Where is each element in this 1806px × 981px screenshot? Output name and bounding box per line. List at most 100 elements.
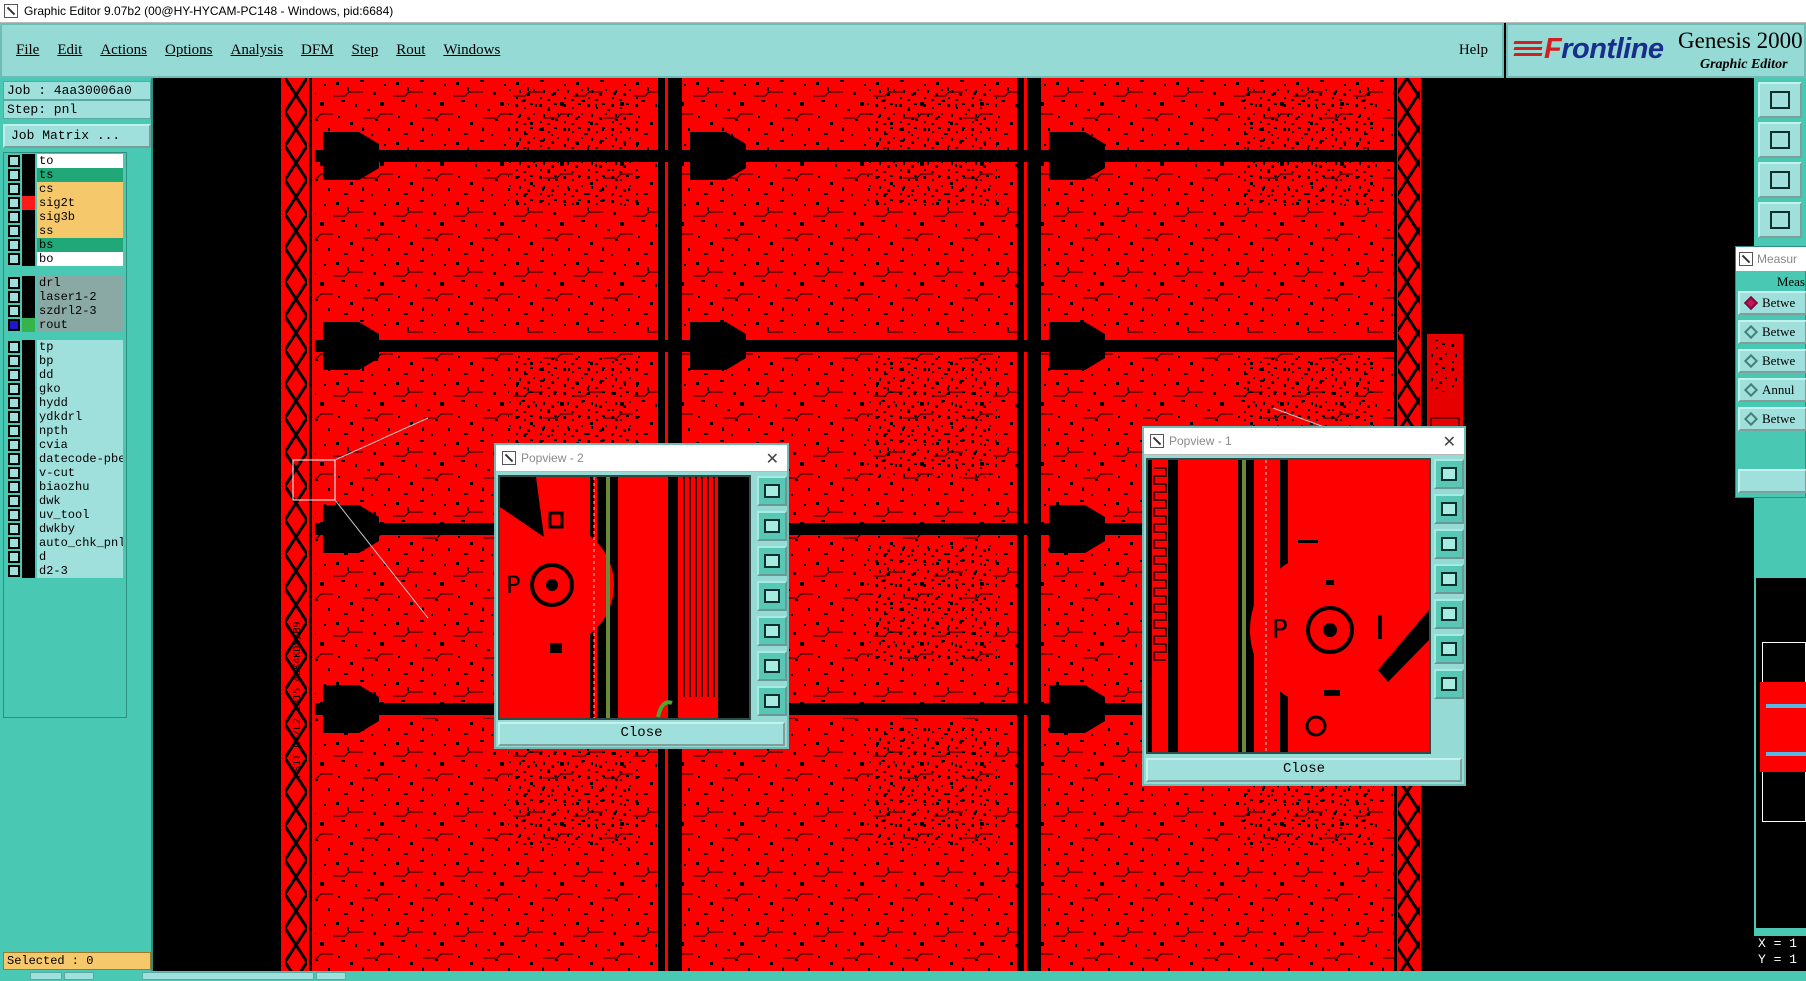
layer-name[interactable]: bs <box>37 238 123 252</box>
layer-color-swatch[interactable] <box>22 410 35 424</box>
layer-name[interactable]: hydd <box>37 396 123 410</box>
close-icon[interactable]: ✕ <box>766 449 779 469</box>
popview-2-close-button[interactable]: Close <box>498 722 785 746</box>
layer-name[interactable]: d <box>37 550 123 564</box>
layer-checkbox[interactable] <box>8 355 20 367</box>
layer-color-swatch[interactable] <box>22 318 35 332</box>
measure-action-button[interactable] <box>1738 469 1806 493</box>
layer-name[interactable]: dwkby <box>37 522 123 536</box>
layer-name[interactable]: tp <box>37 340 123 354</box>
menu-analysis[interactable]: Analysis <box>231 42 284 59</box>
layer-checkbox[interactable] <box>8 467 20 479</box>
layer-row-d2-3[interactable]: d2-3 <box>6 563 126 579</box>
layer-checkbox[interactable] <box>8 411 20 423</box>
menu-file[interactable]: File <box>16 42 39 59</box>
layer-checkbox[interactable] <box>8 383 20 395</box>
layer-name[interactable]: sig3b <box>37 210 123 224</box>
layer-row-bo[interactable]: bo <box>6 251 126 267</box>
layer-color-swatch[interactable] <box>22 522 35 536</box>
job-matrix-button[interactable]: Job Matrix ... <box>3 124 151 148</box>
layer-color-swatch[interactable] <box>22 340 35 354</box>
layer-checkbox[interactable] <box>8 537 20 549</box>
layer-name[interactable]: dd <box>37 368 123 382</box>
layer-color-swatch[interactable] <box>22 304 35 318</box>
zoom-in-icon[interactable] <box>757 651 787 681</box>
layer-name[interactable]: biaozhu <box>37 480 123 494</box>
layer-color-swatch[interactable] <box>22 550 35 564</box>
layer-name[interactable]: to <box>37 154 123 168</box>
menu-rout[interactable]: Rout <box>396 42 425 59</box>
layer-checkbox[interactable] <box>8 439 20 451</box>
layer-checkbox[interactable] <box>8 369 20 381</box>
layer-color-swatch[interactable] <box>22 290 35 304</box>
popview-1-viewport[interactable]: P <box>1146 458 1431 754</box>
layer-color-swatch[interactable] <box>22 354 35 368</box>
zoom-icon[interactable] <box>1434 459 1464 489</box>
layer-checkbox[interactable] <box>8 305 20 317</box>
menu-actions[interactable]: Actions <box>100 42 147 59</box>
layer-name[interactable]: gko <box>37 382 123 396</box>
pan-left-icon[interactable] <box>757 581 787 611</box>
zoom-out-icon[interactable] <box>757 686 787 716</box>
measure-option-between-1[interactable]: Betwe <box>1738 291 1806 315</box>
layer-checkbox[interactable] <box>8 319 20 331</box>
layer-checkbox[interactable] <box>8 495 20 507</box>
layer-name[interactable]: ydkdrl <box>37 410 123 424</box>
layer-checkbox[interactable] <box>8 253 20 265</box>
menu-edit[interactable]: Edit <box>57 42 82 59</box>
zoom-out-icon[interactable] <box>1434 669 1464 699</box>
layer-name[interactable]: d2-3 <box>37 564 123 578</box>
measure-titlebar[interactable]: Measur <box>1736 247 1806 271</box>
layer-color-swatch[interactable] <box>22 168 35 182</box>
layer-color-swatch[interactable] <box>22 508 35 522</box>
layer-color-swatch[interactable] <box>22 154 35 168</box>
layer-color-swatch[interactable] <box>22 238 35 252</box>
layer-checkbox[interactable] <box>8 397 20 409</box>
import-icon[interactable] <box>1758 82 1802 118</box>
layer-checkbox[interactable] <box>8 277 20 289</box>
pan-up-icon[interactable] <box>757 511 787 541</box>
layer-name[interactable]: laser1-2 <box>37 290 123 304</box>
layer-color-swatch[interactable] <box>22 182 35 196</box>
layer-color-swatch[interactable] <box>22 396 35 410</box>
layer-name[interactable]: rout <box>37 318 123 332</box>
layer-checkbox[interactable] <box>8 551 20 563</box>
menu-dfm[interactable]: DFM <box>301 42 334 59</box>
popview-2-titlebar[interactable]: Popview - 2 ✕ <box>496 445 787 472</box>
layer-name[interactable]: dwk <box>37 494 123 508</box>
popview-1-titlebar[interactable]: Popview - 1 ✕ <box>1144 428 1464 455</box>
layer-color-swatch[interactable] <box>22 252 35 266</box>
close-icon[interactable]: ✕ <box>1443 432 1456 452</box>
layer-checkbox[interactable] <box>8 155 20 167</box>
layer-name[interactable]: sig2t <box>37 196 123 210</box>
layer-name[interactable]: bo <box>37 252 123 266</box>
layer-checkbox[interactable] <box>8 509 20 521</box>
layer-name[interactable]: datecode-pbe <box>37 452 123 466</box>
layer-name[interactable]: cs <box>37 182 123 196</box>
pan-right-icon[interactable] <box>757 616 787 646</box>
layer-checkbox[interactable] <box>8 565 20 577</box>
menu-step[interactable]: Step <box>352 42 379 59</box>
measure-option-between-4[interactable]: Betwe <box>1738 407 1806 431</box>
snap-icon[interactable] <box>1758 202 1802 238</box>
layer-color-swatch[interactable] <box>22 494 35 508</box>
layer-checkbox[interactable] <box>8 239 20 251</box>
pan-right-icon[interactable] <box>1434 599 1464 629</box>
layer-color-swatch[interactable] <box>22 438 35 452</box>
layer-name[interactable]: uv_tool <box>37 508 123 522</box>
layer-name[interactable]: auto_chk_pnl <box>37 536 123 550</box>
popview-2-viewport[interactable]: P <box>498 475 751 720</box>
export-icon[interactable] <box>1758 122 1802 158</box>
zoom-in-icon[interactable] <box>1434 634 1464 664</box>
layer-name[interactable]: v-cut <box>37 466 123 480</box>
layer-color-swatch[interactable] <box>22 536 35 550</box>
layer-color-swatch[interactable] <box>22 424 35 438</box>
layer-checkbox[interactable] <box>8 183 20 195</box>
layer-name[interactable]: drl <box>37 276 123 290</box>
measure-option-between-3[interactable]: Betwe <box>1738 349 1806 373</box>
layer-checkbox[interactable] <box>8 425 20 437</box>
layer-checkbox[interactable] <box>8 211 20 223</box>
layer-row-rout[interactable]: rout <box>6 317 126 333</box>
menu-options[interactable]: Options <box>165 42 213 59</box>
layer-checkbox[interactable] <box>8 197 20 209</box>
